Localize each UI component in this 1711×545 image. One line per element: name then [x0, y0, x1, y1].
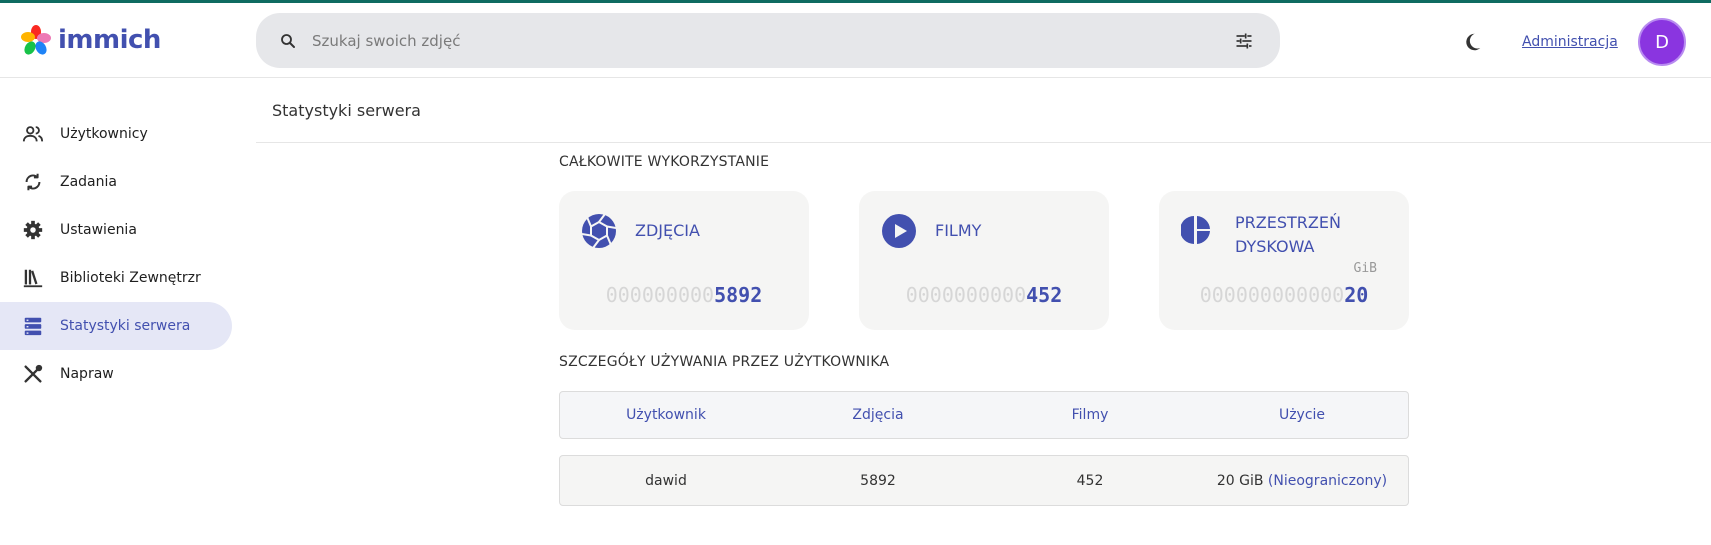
stat-card-value: 00000000000020: [1159, 283, 1409, 307]
stat-card-label: PRZESTRZEŃ DYSKOWA: [1235, 211, 1341, 259]
page-title: Statystyki serwera: [272, 101, 421, 120]
pie-chart-icon: [1180, 215, 1217, 251]
user-usage-heading: SZCZEGÓŁY UŻYWANIA PRZEZ UŻYTKOWNIKA: [559, 354, 890, 370]
sidebar: Użytkownicy Zadania Ustawienia Bibliotek…: [0, 110, 232, 398]
search-icon[interactable]: [278, 31, 298, 51]
server-icon: [22, 315, 44, 337]
sidebar-item-label: Statystyki serwera: [60, 318, 191, 334]
storage-label-line1: PRZESTRZEŃ: [1235, 213, 1341, 232]
sidebar-item-external-libraries[interactable]: Biblioteki Zewnętrzr: [0, 254, 232, 302]
sync-icon: [22, 171, 44, 193]
cell-photos: 5892: [860, 472, 896, 489]
page-header: Statystyki serwera: [256, 78, 1711, 143]
immich-logo[interactable]: immich: [20, 24, 161, 56]
app-name: immich: [58, 25, 161, 55]
total-usage-heading: CAŁKOWITE WYKORZYSTANIE: [559, 154, 770, 170]
sidebar-item-server-stats[interactable]: Statystyki serwera: [0, 302, 232, 350]
sidebar-item-label: Napraw: [60, 366, 114, 382]
stat-card-label: FILMY: [935, 221, 982, 240]
usage-amount: 20 GiB: [1216, 472, 1264, 489]
user-avatar[interactable]: D: [1638, 18, 1686, 66]
stat-card-storage: PRZESTRZEŃ DYSKOWA GiB 00000000000020: [1159, 191, 1409, 330]
play-icon: [881, 213, 917, 249]
sidebar-item-users[interactable]: Użytkownicy: [0, 110, 232, 158]
search-bar[interactable]: [256, 13, 1280, 68]
search-input[interactable]: [312, 31, 1212, 50]
cell-user: dawid: [645, 472, 687, 489]
cell-usage: 20 GiB (Nieograniczony): [1196, 473, 1408, 489]
stat-card-unit: GiB: [1353, 261, 1377, 276]
usage-table-header: Użytkownik Zdjęcia Filmy Użycie: [559, 391, 1409, 439]
usage-quota: (Nieograniczony): [1267, 472, 1388, 489]
value-padding-zeros: 000000000: [605, 283, 715, 307]
theme-toggle-moon-icon[interactable]: [1461, 31, 1483, 57]
administration-link[interactable]: Administracja: [1522, 34, 1618, 50]
tools-icon: [22, 363, 44, 385]
aperture-icon: [581, 213, 617, 249]
value-padding-zeros: 0000000000: [905, 283, 1027, 307]
immich-logo-icon: [21, 25, 51, 55]
top-bar: immich Administracja D: [0, 3, 1711, 78]
column-header-user: Użytkownik: [626, 407, 706, 423]
stat-card-photos: ZDJĘCIA 0000000005892: [559, 191, 809, 330]
column-header-photos: Zdjęcia: [852, 407, 904, 423]
sidebar-item-label: Biblioteki Zewnętrzr: [60, 270, 201, 286]
library-icon: [22, 267, 44, 289]
column-header-videos: Filmy: [1071, 407, 1109, 423]
table-row: dawid 5892 452 20 GiB (Nieograniczony): [559, 455, 1409, 506]
sidebar-item-label: Użytkownicy: [60, 126, 148, 142]
gear-icon: [22, 219, 44, 241]
filter-options-icon[interactable]: [1234, 31, 1254, 55]
value-padding-zeros: 000000000000: [1199, 283, 1345, 307]
users-icon: [22, 123, 44, 145]
stat-card-label: ZDJĘCIA: [635, 221, 700, 240]
sidebar-item-settings[interactable]: Ustawienia: [0, 206, 232, 254]
sidebar-item-label: Ustawienia: [60, 222, 137, 238]
sidebar-item-label: Zadania: [60, 174, 117, 190]
value-number: 5892: [714, 283, 763, 307]
cell-videos: 452: [1076, 472, 1104, 489]
sidebar-item-jobs[interactable]: Zadania: [0, 158, 232, 206]
storage-label-line2: DYSKOWA: [1235, 237, 1315, 256]
sidebar-item-repair[interactable]: Napraw: [0, 350, 232, 398]
stat-card-value: 0000000000452: [859, 283, 1109, 307]
value-number: 452: [1026, 283, 1063, 307]
stat-card-videos: FILMY 0000000000452: [859, 191, 1109, 330]
value-number: 20: [1344, 283, 1369, 307]
stat-card-value: 0000000005892: [559, 283, 809, 307]
column-header-usage: Użycie: [1278, 407, 1326, 423]
